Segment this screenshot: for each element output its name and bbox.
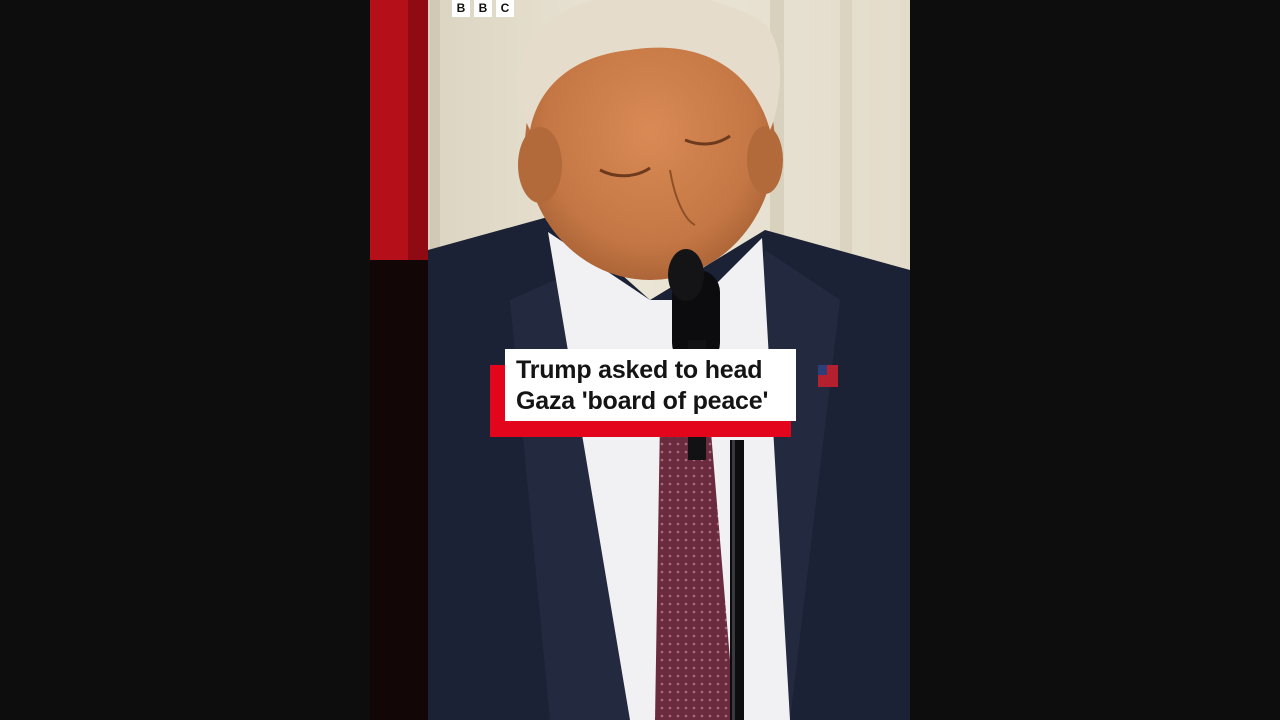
caption-line-2: Gaza 'board of peace' <box>516 387 769 415</box>
bbc-logo-letter: C <box>496 0 514 17</box>
bbc-logo: B B C <box>452 0 514 17</box>
bbc-logo-letter: B <box>452 0 470 17</box>
bbc-logo-letter: B <box>474 0 492 17</box>
caption-text-box: Trump asked to head Gaza 'board of peace… <box>505 349 796 421</box>
headline-caption: Trump asked to head Gaza 'board of peace… <box>490 349 810 439</box>
video-stage: B B C Trump asked to head Gaza 'board of… <box>0 0 1280 720</box>
caption-line-1: Trump asked to head <box>516 356 763 384</box>
